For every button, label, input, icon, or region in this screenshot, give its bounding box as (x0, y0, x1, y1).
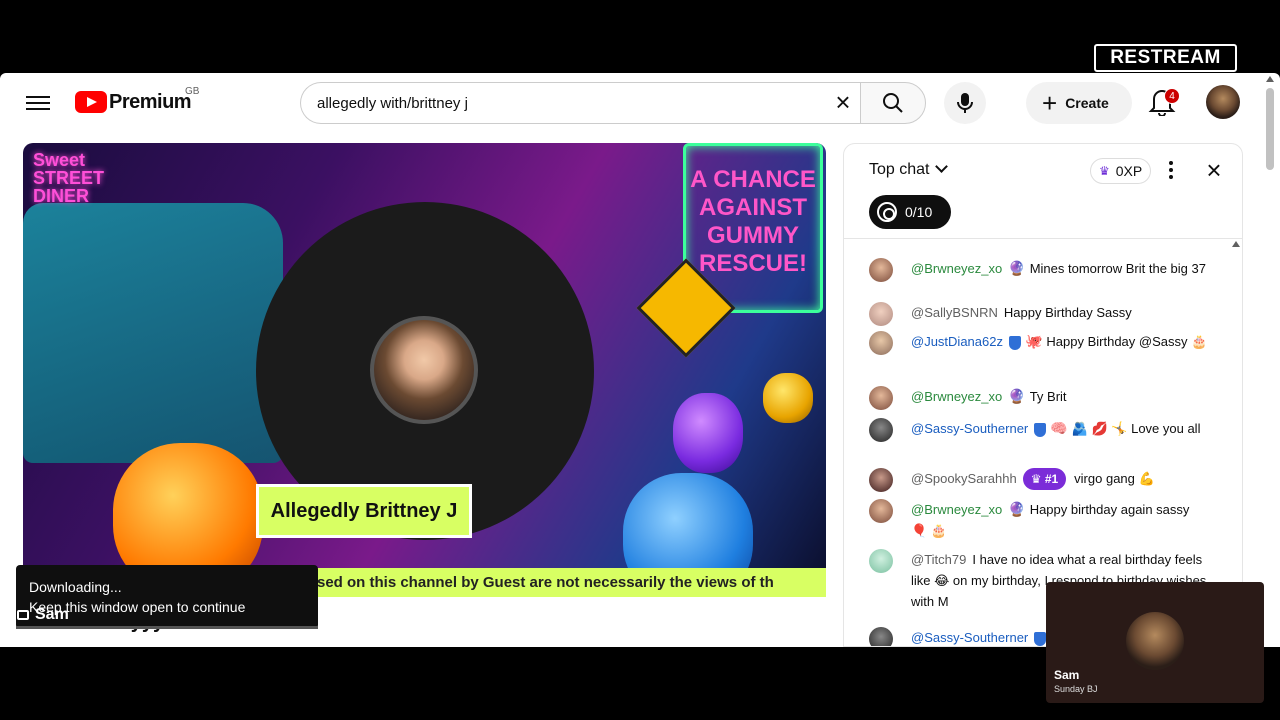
page-scroll-up-icon[interactable] (1266, 76, 1274, 82)
restream-logo: RESTREAM (1094, 44, 1237, 72)
chat-text: Happy Birthday Sassy (1003, 305, 1132, 320)
plus-icon: + (1042, 88, 1058, 118)
notification-badge: 4 (1164, 88, 1180, 104)
chat-text: Happy Birthday @Sassy 🎂 (1046, 334, 1208, 349)
camera-label-text: Sam (35, 606, 69, 623)
chat-message: @SallyBSNRN Happy Birthday Sassy (869, 302, 1209, 326)
goal-text: 0/10 (905, 204, 933, 220)
camera-preview-name: Sam (1054, 668, 1080, 682)
chat-avatar[interactable] (869, 258, 893, 282)
search-icon (883, 93, 903, 113)
chat-avatar[interactable] (869, 302, 893, 326)
microphone-icon (957, 93, 973, 113)
video-gummy-bear (673, 393, 743, 473)
logo-text: Premium (109, 90, 192, 113)
chat-avatar[interactable] (869, 549, 893, 573)
youtube-premium-logo[interactable]: Premium GB (75, 86, 199, 114)
chat-text: 🫂 💋 🤸 Love you all (1071, 421, 1201, 436)
rank-badge: ♛ #1 (1022, 468, 1067, 490)
page-scrollbar[interactable] (1266, 88, 1274, 170)
crown-icon: ♛ (1030, 472, 1045, 486)
video-neon-sign-left: Sweet STREET DINER (33, 150, 105, 206)
close-chat-icon[interactable]: × (1202, 157, 1226, 184)
verified-shield-icon (1034, 422, 1047, 437)
chat-text: Mines tomorrow Brit the big 37 (1029, 261, 1206, 276)
chevron-down-icon (935, 160, 949, 173)
chat-title-text: Top chat (869, 161, 930, 178)
region-code: GB (185, 86, 200, 97)
create-button[interactable]: + Create (1026, 82, 1132, 124)
search-input[interactable]: allegedly with/brittney j (300, 82, 860, 124)
rank-text: #1 (1044, 472, 1059, 486)
top-chat-dropdown[interactable]: Top chat (869, 160, 949, 179)
chat-avatar[interactable] (869, 627, 893, 646)
author-badge-icon: 🐙 (1024, 333, 1043, 349)
camera-preview-subtitle: Sunday BJ (1054, 684, 1098, 694)
user-avatar[interactable] (1206, 85, 1240, 119)
chat-author[interactable]: @SpookySarahhh (911, 471, 1017, 486)
voice-search-button[interactable] (944, 82, 986, 124)
notifications-button[interactable]: 4 (1148, 86, 1180, 118)
guest-name-tag: Allegedly Brittney J (256, 484, 472, 538)
toast-line-2: Keep this window open to continue (29, 599, 246, 615)
chat-avatar[interactable] (869, 331, 893, 355)
verified-shield-icon (1034, 631, 1047, 646)
chat-author[interactable]: @JustDiana62z (911, 334, 1003, 349)
chat-header: Top chat ♛ 0XP × 0/10 (844, 144, 1242, 239)
crown-icon: ♛ (1099, 164, 1110, 178)
verified-shield-icon (1008, 335, 1021, 350)
chat-message: @Brwneyez_xo 🔮 Happy birthday again sassy … (869, 499, 1209, 541)
guest-avatar (370, 316, 478, 424)
chat-goal-button[interactable]: 0/10 (869, 195, 951, 229)
chat-avatar[interactable] (869, 418, 893, 442)
youtube-play-icon (75, 91, 107, 113)
chat-message: @Brwneyez_xo 🔮 Mines tomorrow Brit the big… (869, 258, 1209, 282)
create-label: Create (1065, 95, 1109, 111)
chat-avatar[interactable] (869, 468, 893, 492)
target-icon (877, 202, 897, 222)
chat-text: Ty Brit (1029, 389, 1067, 404)
chat-author[interactable]: @SallyBSNRN (911, 305, 998, 320)
video-player[interactable]: Sweet STREET DINER A CHANCE AGAINST GUMM… (23, 143, 826, 597)
camera-icon (17, 610, 29, 620)
toast-progress-bar (16, 626, 318, 629)
toast-line-1: Downloading... (29, 579, 122, 595)
search-button[interactable] (860, 82, 926, 124)
chat-author[interactable]: @Brwneyez_xo (911, 389, 1002, 404)
chat-author[interactable]: @Brwneyez_xo (911, 261, 1002, 276)
xp-badge[interactable]: ♛ 0XP (1090, 158, 1152, 184)
chat-author[interactable]: @Sassy-Southerner (911, 421, 1028, 436)
chat-message: @SpookySarahhh ♛ #1 virgo gang 💪 (869, 468, 1209, 492)
chat-message: @Brwneyez_xo 🔮 Ty Brit (869, 386, 1209, 410)
chat-message: @Sassy-Southerner 🧠 🫂 💋 🤸 Love you all (869, 418, 1209, 442)
chat-author[interactable]: @Brwneyez_xo (911, 502, 1002, 517)
chat-message: @JustDiana62z 🐙 Happy Birthday @Sassy 🎂 (869, 331, 1209, 355)
more-options-icon[interactable] (1164, 158, 1178, 184)
camera-label: Sam (17, 606, 69, 624)
author-badge-icon: 🧠 (1050, 420, 1068, 436)
xp-text: 0XP (1115, 163, 1143, 179)
chat-avatar[interactable] (869, 386, 893, 410)
clear-search-icon[interactable]: × (830, 89, 856, 116)
author-badge-icon: 🔮 (1008, 501, 1026, 517)
author-badge-icon: 🔮 (1008, 388, 1026, 404)
video-background-truck (23, 203, 283, 463)
author-badge-icon: 🔮 (1008, 260, 1026, 276)
video-gummy-bear (763, 373, 813, 423)
chat-text: virgo gang 💪 (1074, 471, 1155, 486)
chat-author[interactable]: @Sassy-Southerner (911, 630, 1028, 645)
chat-avatar[interactable] (869, 499, 893, 523)
camera-preview[interactable]: Sam Sunday BJ (1046, 582, 1264, 703)
camera-preview-avatar (1126, 612, 1184, 670)
top-black-bar (0, 0, 1280, 73)
live-chat-panel: Top chat ♛ 0XP × 0/10 @Brwneyez_xo 🔮 Mines … (843, 143, 1243, 647)
hamburger-menu-icon[interactable] (26, 92, 50, 112)
chat-author[interactable]: @Titch79 (911, 552, 966, 567)
